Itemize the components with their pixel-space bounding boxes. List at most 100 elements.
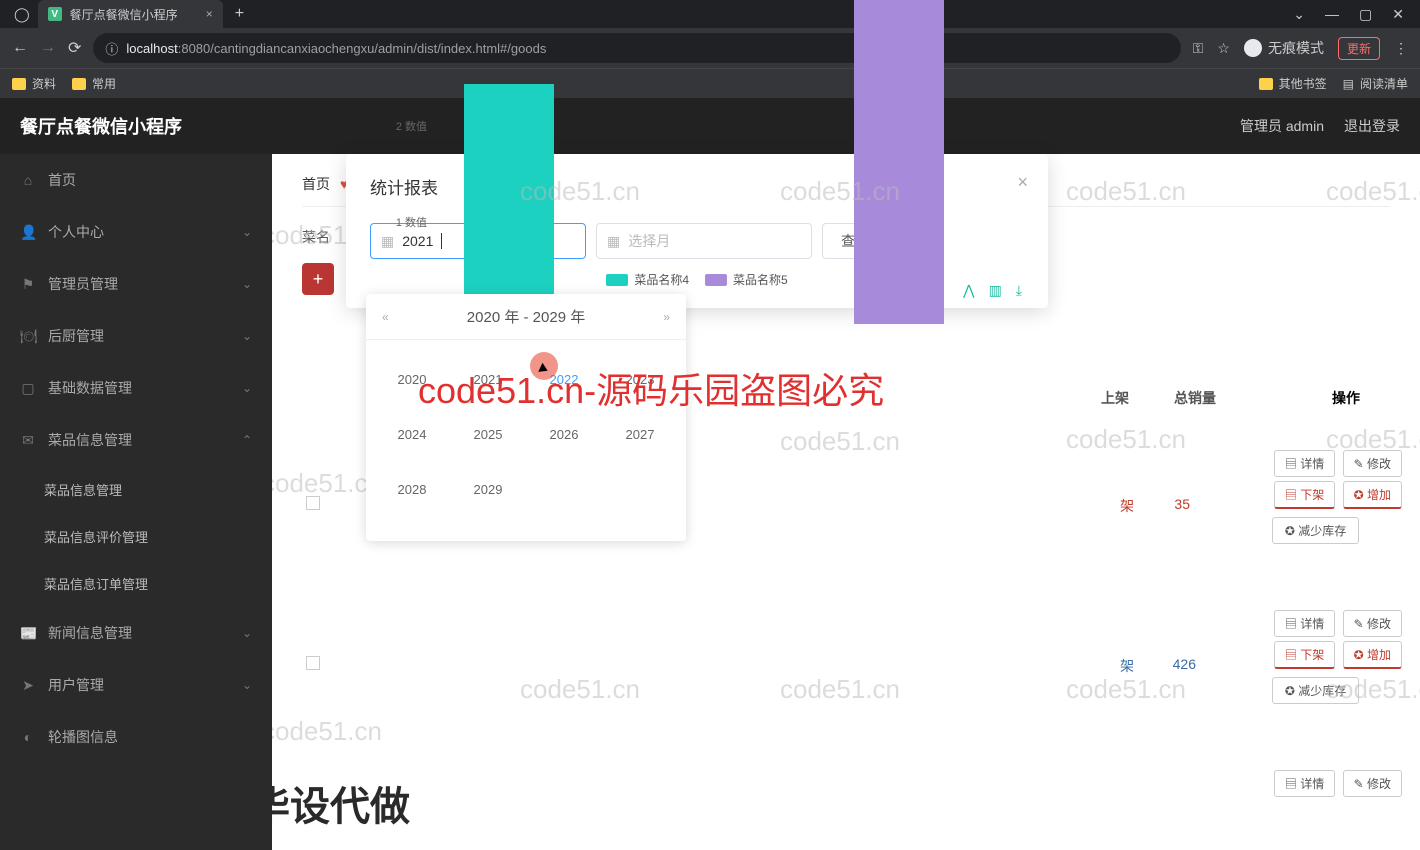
detail-button[interactable]: ▤ 详情 [1274, 770, 1335, 797]
folder-icon [1259, 78, 1273, 90]
shelf-value: 架 [1120, 496, 1134, 516]
month-input[interactable]: ▦ 选择月 [596, 223, 812, 259]
line-chart-icon[interactable]: ⋀ [963, 282, 974, 299]
breadcrumb-home[interactable]: 首页 [302, 174, 330, 194]
new-tab-button[interactable]: + [235, 5, 244, 23]
sidebar: ⌂首页 👤个人中心⌄ ⚑管理员管理⌄ 🍽后厨管理⌄ ▢基础数据管理⌄ ✉菜品信息… [0, 154, 272, 850]
row-checkbox[interactable] [306, 656, 320, 670]
chevron-up-icon: ⌃ [242, 433, 252, 447]
table-header: 上架 总销量 [1090, 388, 1220, 408]
prev-decade-icon[interactable]: « [382, 310, 389, 324]
off-shelf-button[interactable]: ▤ 下架 [1274, 641, 1335, 669]
bookmark-folder-1[interactable]: 资料 [12, 75, 56, 92]
watermark: code51.cn [272, 716, 382, 747]
edit-button[interactable]: ✎ 修改 [1343, 770, 1402, 797]
legend-swatch [705, 274, 727, 286]
chevron-down-icon[interactable]: ⌄ [1293, 6, 1305, 23]
sidebar-item-basedata[interactable]: ▢基础数据管理⌄ [0, 362, 272, 414]
year-cell[interactable]: 2028 [374, 462, 450, 517]
window-minimize-icon[interactable]: — [1325, 6, 1339, 23]
row-checkbox[interactable] [306, 496, 320, 510]
edit-button[interactable]: ✎ 修改 [1343, 450, 1402, 477]
legend-swatch [606, 274, 628, 286]
col-ops: 操作 [1332, 388, 1360, 408]
reduce-stock-button[interactable]: ✪ 减少库存 [1272, 677, 1359, 704]
edit-button[interactable]: ✎ 修改 [1343, 610, 1402, 637]
sidebar-item-admin[interactable]: ⚑管理员管理⌄ [0, 258, 272, 310]
detail-button[interactable]: ▤ 详情 [1274, 610, 1335, 637]
calendar-icon: ▦ [607, 233, 620, 250]
sidebar-item-dishes[interactable]: ✉菜品信息管理⌃ [0, 414, 272, 466]
stats-modal: 统计报表 × ▦ 2021 ▦ 选择月 查询 菜品名称4 菜品名称5 ⋀ ▥ ⤓ [346, 154, 1048, 308]
other-bookmarks[interactable]: 其他书签 [1259, 75, 1327, 92]
calendar-icon: ▦ [381, 233, 394, 250]
browser-tab[interactable]: V 餐厅点餐微信小程序 × [38, 0, 223, 28]
info-icon: ⓘ [105, 39, 118, 58]
bar-chart-icon[interactable]: ▥ [989, 282, 1002, 299]
year-cell[interactable]: 2022 [526, 352, 602, 407]
year-range-label: 2020 年 - 2029 年 [467, 306, 585, 327]
sidebar-item-users[interactable]: ➤用户管理⌄ [0, 659, 272, 711]
flag-icon: ⚑ [20, 276, 36, 293]
sidebar-sub-dish-order[interactable]: 菜品信息订单管理 [0, 560, 272, 607]
off-shelf-button[interactable]: ▤ 下架 [1274, 481, 1335, 509]
year-cell[interactable]: 2025 [450, 407, 526, 462]
sidebar-item-home[interactable]: ⌂首页 [0, 154, 272, 206]
tab-title: 餐厅点餐微信小程序 [70, 6, 178, 23]
url-path: :8080/cantingdiancanxiaochengxu/admin/di… [178, 41, 547, 56]
update-button[interactable]: 更新 [1338, 37, 1380, 60]
y-tick: 2 数值 [387, 118, 427, 134]
menu-icon[interactable]: ⋮ [1394, 40, 1408, 57]
year-cell[interactable]: 2027 [602, 407, 678, 462]
y-tick: 1 数值 [387, 214, 427, 230]
window-close-icon[interactable]: ✕ [1392, 6, 1404, 23]
url-bar[interactable]: ⓘ localhost:8080/cantingdiancanxiaocheng… [93, 33, 1180, 63]
send-icon: ➤ [20, 677, 36, 694]
detail-button[interactable]: ▤ 详情 [1274, 450, 1335, 477]
news-icon: 📰 [20, 625, 36, 642]
add-button[interactable]: + [302, 263, 334, 295]
year-cell[interactable]: 2024 [374, 407, 450, 462]
chevron-down-icon: ⌄ [242, 678, 252, 692]
chevron-down-icon: ⌄ [242, 329, 252, 343]
col-shelf: 上架 [1090, 388, 1140, 408]
forward-icon[interactable]: → [40, 39, 56, 57]
admin-app: 餐厅点餐微信小程序 管理员 admin 退出登录 ⌂首页 👤个人中心⌄ ⚑管理员… [0, 98, 1420, 850]
logout-link[interactable]: 退出登录 [1344, 116, 1400, 136]
sidebar-item-kitchen[interactable]: 🍽后厨管理⌄ [0, 310, 272, 362]
window-maximize-icon[interactable]: ▢ [1359, 6, 1372, 23]
year-cell[interactable]: 2029 [450, 462, 526, 517]
app-header: 餐厅点餐微信小程序 管理员 admin 退出登录 [0, 98, 1420, 154]
add-stock-button[interactable]: ✪ 增加 [1343, 641, 1402, 669]
sidebar-item-news[interactable]: 📰新闻信息管理⌄ [0, 607, 272, 659]
add-stock-button[interactable]: ✪ 增加 [1343, 481, 1402, 509]
legend-item[interactable]: 菜品名称5 [705, 271, 788, 288]
star-icon[interactable]: ☆ [1217, 40, 1230, 57]
bookmark-folder-2[interactable]: 常用 [72, 75, 116, 92]
legend-item[interactable]: 菜品名称4 [606, 271, 689, 288]
year-cell[interactable]: 2026 [526, 407, 602, 462]
reduce-stock-button[interactable]: ✪ 减少库存 [1272, 517, 1359, 544]
reload-icon[interactable]: ⟳ [68, 38, 81, 58]
sales-value: 426 [1173, 656, 1196, 672]
modal-close-icon[interactable]: × [1017, 172, 1028, 193]
back-icon[interactable]: ← [12, 39, 28, 57]
vue-favicon: V [48, 7, 62, 21]
year-cell[interactable]: 2020 [374, 352, 450, 407]
key-icon[interactable]: ⚿ [1193, 40, 1204, 57]
sidebar-sub-dish-review[interactable]: 菜品信息评价管理 [0, 513, 272, 560]
app-title: 餐厅点餐微信小程序 [20, 113, 182, 139]
incognito-icon [1244, 39, 1262, 57]
sidebar-sub-dish-info[interactable]: 菜品信息管理 [0, 466, 272, 513]
year-cell[interactable]: 2023 [602, 352, 678, 407]
header-user[interactable]: 管理员 admin [1240, 116, 1324, 136]
month-placeholder: 选择月 [628, 231, 670, 251]
sales-value: 35 [1174, 496, 1190, 512]
year-cell[interactable]: 2021 [450, 352, 526, 407]
reading-list[interactable]: ▤阅读清单 [1343, 75, 1408, 92]
sidebar-item-profile[interactable]: 👤个人中心⌄ [0, 206, 272, 258]
download-icon[interactable]: ⤓ [1016, 282, 1022, 299]
next-decade-icon[interactable]: » [663, 310, 670, 324]
sidebar-item-carousel[interactable]: ◐轮播图信息 [0, 711, 272, 763]
tab-close-icon[interactable]: × [206, 7, 213, 21]
